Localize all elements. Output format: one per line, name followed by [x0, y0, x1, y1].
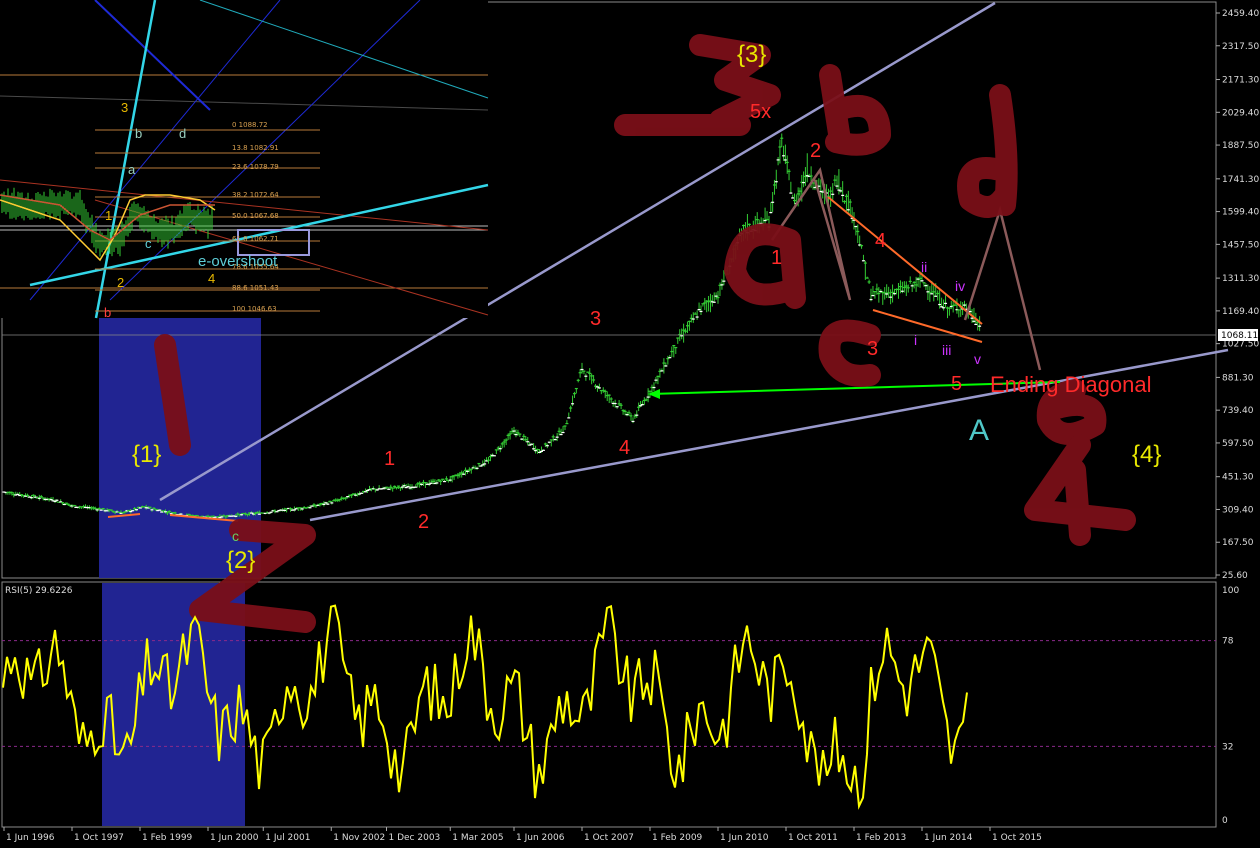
- label-ending-diagonal: Ending Diagonal: [990, 372, 1151, 397]
- price-tick-label: 1887.50: [1222, 141, 1259, 151]
- time-tick-label: 1 Jun 1996: [6, 833, 55, 843]
- label-wave2: 2: [418, 511, 429, 533]
- label-big-a: A: [969, 414, 989, 447]
- label-post-3: 3: [867, 338, 878, 360]
- label-post-4: 4: [875, 230, 886, 252]
- fib-level-label: 38.2 1072.64: [232, 191, 279, 199]
- label-w3-braced: {3}: [737, 41, 766, 68]
- price-tick-label: 1311.30: [1222, 274, 1259, 284]
- label-wave3: 3: [590, 308, 601, 330]
- fib-level-label: 88.6 1051.43: [232, 284, 279, 292]
- price-tick-label: 2029.40: [1222, 108, 1259, 118]
- time-tick-label: 1 Feb 1999: [142, 833, 193, 843]
- inset-label-3: 3: [121, 100, 128, 115]
- price-tick-label: 597.50: [1222, 439, 1254, 449]
- price-tick-label: 309.40: [1222, 505, 1254, 515]
- fib-level-label: 0 1088.72: [232, 121, 268, 129]
- price-tick-label: 451.30: [1222, 473, 1254, 483]
- label-w4-braced: {4}: [1132, 441, 1161, 468]
- label-w1-braced: {1}: [132, 441, 161, 468]
- time-tick-label: 1 Oct 2011: [788, 833, 838, 843]
- fib-level-label: 13.8 1082.91: [232, 144, 279, 152]
- label-5x: 5x: [750, 101, 771, 123]
- price-tick-label: 1599.40: [1222, 208, 1259, 218]
- label-post-5: 5: [951, 373, 962, 395]
- label-one-near-a: 1: [771, 247, 782, 269]
- label-wave1: 1: [384, 448, 395, 470]
- rsi-title: RSI(5) 29.6226: [5, 586, 73, 596]
- price-tick-label: 25.60: [1222, 571, 1248, 581]
- chart-canvas: RSI(5) 29.6226 10078320 2459.402317.5021…: [0, 0, 1260, 848]
- time-tick-label: 1 Feb 2009: [652, 833, 703, 843]
- current-price-label: 1068.11: [1221, 331, 1258, 341]
- inset-label-a: a: [128, 162, 136, 177]
- label-sub-iv: iv: [955, 278, 965, 294]
- inset-label-b: b: [135, 126, 142, 141]
- label-wave4: 4: [619, 437, 630, 459]
- time-tick-label: 1 Jul 2001: [265, 833, 310, 843]
- price-tick-label: 2459.40: [1222, 9, 1259, 19]
- label-c-small: c: [232, 528, 239, 544]
- time-tick-label: 1 Jun 2000: [210, 833, 259, 843]
- time-tick-label: 1 Oct 2007: [584, 833, 634, 843]
- label-sub-iii: iii: [942, 342, 951, 358]
- rsi-tick-label: 0: [1222, 816, 1228, 826]
- time-tick-label: 1 Dec 2003: [389, 833, 441, 843]
- price-tick-label: 167.50: [1222, 538, 1254, 548]
- inset-label-c: c: [145, 236, 152, 251]
- label-sub-i: i: [914, 332, 917, 348]
- rsi-tick-label: 32: [1222, 742, 1233, 752]
- inset-label-2: 2: [117, 275, 124, 290]
- price-tick-label: 2317.50: [1222, 42, 1259, 52]
- price-tick-label: 1027.50: [1222, 340, 1259, 350]
- price-tick-label: 881.30: [1222, 373, 1254, 383]
- rsi-tick-label: 100: [1222, 586, 1239, 596]
- hand-1: [154, 334, 191, 456]
- time-tick-label: 1 Jun 2006: [516, 833, 565, 843]
- time-tick-label: 1 Feb 2013: [856, 833, 906, 843]
- label-w2-braced: {2}: [226, 547, 255, 574]
- label-sub-v: v: [974, 351, 981, 367]
- inset-chart: 0 1088.72 13.8 1082.91 23.6 1078.79 38.2 10…: [0, 0, 489, 320]
- inset-label-e-overshoot: e-overshoot: [198, 253, 278, 270]
- time-tick-label: 1 Oct 1997: [74, 833, 124, 843]
- time-tick-label: 1 Mar 2005: [452, 833, 503, 843]
- price-tick-label: 1457.50: [1222, 240, 1259, 250]
- price-tick-label: 1741.30: [1222, 175, 1259, 185]
- time-tick-label: 1 Nov 2002: [333, 833, 385, 843]
- price-tick-label: 739.40: [1222, 406, 1254, 416]
- price-tick-label: 1169.40: [1222, 307, 1259, 317]
- rsi-tick-label: 78: [1222, 637, 1234, 647]
- inset-label-4: 4: [208, 271, 215, 286]
- fib-level-label: 50.0 1067.68: [232, 212, 279, 220]
- inset-label-d: d: [179, 126, 186, 141]
- label-sub-ii: ii: [921, 259, 927, 275]
- inset-label-b-bottom: b: [104, 305, 111, 320]
- inset-label-1: 1: [105, 208, 112, 223]
- fib-level-label: 23.6 1078.79: [232, 163, 279, 171]
- time-tick-label: 1 Oct 2015: [992, 833, 1042, 843]
- fib-level-label: 61.8 1062.71: [232, 235, 279, 243]
- price-tick-label: 2171.30: [1222, 76, 1259, 86]
- label-post-2: 2: [810, 140, 821, 162]
- time-tick-label: 1 Jun 2010: [720, 833, 769, 843]
- fib-level-label: 100 1046.63: [232, 305, 277, 313]
- time-tick-label: 1 Jun 2014: [924, 833, 973, 843]
